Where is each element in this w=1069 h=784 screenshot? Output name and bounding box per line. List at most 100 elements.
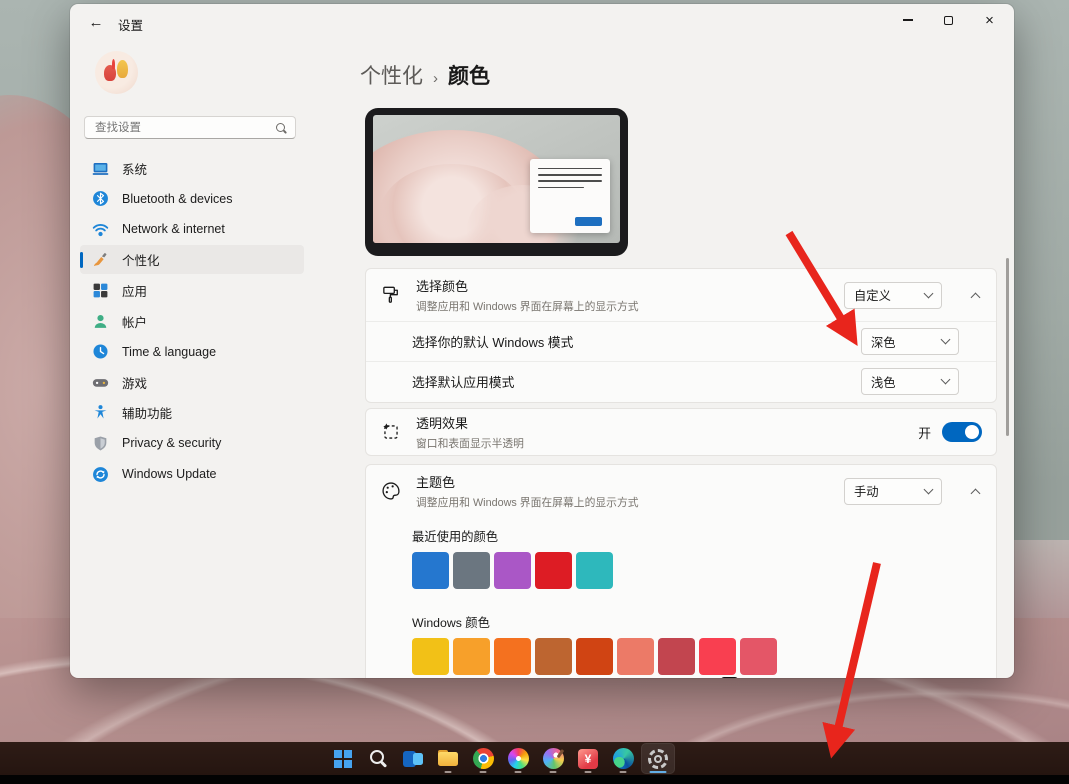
taskbar-file-explorer[interactable] bbox=[431, 743, 465, 774]
color-swatch[interactable] bbox=[699, 638, 736, 675]
windows-update-icon bbox=[92, 466, 109, 483]
dropdown-value: 自定义 bbox=[854, 286, 891, 304]
taskbar-edge[interactable] bbox=[606, 743, 640, 774]
sidebar-item-label: Network & internet bbox=[122, 222, 225, 236]
taskbar-icons: ¥ bbox=[326, 743, 675, 774]
color-swatch[interactable] bbox=[658, 638, 695, 675]
accent-color-icon bbox=[380, 480, 402, 502]
choose-color-card: 选择颜色 调整应用和 Windows 界面在屏幕上的显示方式 自定义 选择你的默… bbox=[365, 268, 997, 403]
chevron-up-icon bbox=[970, 292, 980, 302]
color-swatch[interactable] bbox=[576, 638, 613, 675]
choose-color-icon bbox=[380, 284, 402, 306]
transparency-card: 透明效果 窗口和表面显示半透明 开 bbox=[365, 408, 997, 456]
sidebar-item-time-language[interactable]: Time & language bbox=[80, 337, 304, 366]
sidebar-item-label: 帐户 bbox=[122, 312, 147, 331]
sidebar-item-system[interactable]: 系统 bbox=[80, 154, 304, 183]
sidebar-item-windows-update[interactable]: Windows Update bbox=[80, 460, 304, 489]
color-swatch[interactable] bbox=[453, 552, 490, 589]
maximize-icon bbox=[944, 16, 953, 25]
app-mode-dropdown[interactable]: 浅色 bbox=[861, 368, 959, 395]
sidebar-item-label: Time & language bbox=[122, 345, 216, 359]
taskbar-start[interactable] bbox=[326, 743, 360, 774]
preview-text-line bbox=[538, 168, 602, 170]
choose-color-dropdown[interactable]: 自定义 bbox=[844, 282, 942, 309]
color-swatch[interactable] bbox=[740, 638, 777, 675]
user-avatar[interactable] bbox=[95, 51, 138, 94]
row-subtitle: 调整应用和 Windows 界面在屏幕上的显示方式 bbox=[416, 494, 830, 510]
taskbar-task-view[interactable] bbox=[396, 743, 430, 774]
breadcrumb: 个性化 › 颜色 bbox=[360, 60, 490, 90]
taskbar-search[interactable] bbox=[361, 743, 395, 774]
running-indicator bbox=[550, 771, 557, 774]
windows-colors-grid: ✓ bbox=[412, 638, 982, 678]
settings-icon bbox=[647, 748, 669, 770]
dropdown-value: 深色 bbox=[871, 333, 896, 351]
running-indicator bbox=[585, 771, 592, 774]
accessibility-icon bbox=[92, 404, 109, 421]
taskbar: ¥ bbox=[0, 742, 1069, 775]
desktop: ← 设置 × 系统Bluetooth & devices Network & in… bbox=[0, 0, 1069, 784]
color-swatch[interactable] bbox=[412, 552, 449, 589]
file-explorer-icon bbox=[437, 748, 459, 770]
maximize-button[interactable] bbox=[928, 4, 969, 36]
sidebar-item-accounts[interactable]: 帐户 bbox=[80, 307, 304, 336]
transparency-row: 透明效果 窗口和表面显示半透明 开 bbox=[366, 409, 996, 455]
sidebar-item-accessibility[interactable]: 辅助功能 bbox=[80, 398, 304, 427]
recent-colors-label: 最近使用的颜色 bbox=[412, 527, 982, 545]
sidebar-item-bluetooth[interactable]: Bluetooth & devices bbox=[80, 184, 304, 213]
transparency-toggle[interactable] bbox=[942, 422, 982, 442]
collapse-button[interactable] bbox=[968, 284, 982, 306]
sidebar-item-gaming[interactable]: 游戏 bbox=[80, 368, 304, 397]
edge-icon bbox=[613, 748, 634, 769]
window-title: 设置 bbox=[118, 15, 143, 34]
color-swatch[interactable] bbox=[494, 552, 531, 589]
taskbar-settings[interactable] bbox=[641, 743, 675, 774]
back-button[interactable]: ← bbox=[80, 8, 112, 36]
collapse-button[interactable] bbox=[968, 480, 982, 502]
preview-accent-button bbox=[575, 217, 602, 226]
sidebar-item-personalization[interactable]: 个性化 bbox=[80, 245, 304, 274]
close-icon: × bbox=[985, 13, 994, 28]
color-swatch[interactable] bbox=[453, 638, 490, 675]
sidebar-nav: 系统Bluetooth & devices Network & internet 个… bbox=[76, 152, 308, 490]
color-swatch[interactable] bbox=[535, 638, 572, 675]
taskbar-chrome[interactable] bbox=[466, 743, 500, 774]
dropdown-value: 手动 bbox=[854, 482, 879, 500]
sidebar-item-label: 个性化 bbox=[122, 250, 160, 269]
breadcrumb-parent[interactable]: 个性化 bbox=[360, 60, 423, 90]
color-swatch[interactable] bbox=[412, 638, 449, 675]
selected-check-icon: ✓ bbox=[721, 677, 738, 678]
accounts-icon bbox=[92, 313, 109, 330]
preview-text-line bbox=[538, 187, 584, 189]
sidebar-item-privacy[interactable]: Privacy & security bbox=[80, 429, 304, 458]
color-swatch[interactable] bbox=[576, 552, 613, 589]
running-indicator bbox=[650, 771, 667, 774]
network-icon bbox=[92, 221, 109, 238]
minimize-button[interactable] bbox=[887, 4, 928, 36]
choose-color-row: 选择颜色 调整应用和 Windows 界面在屏幕上的显示方式 自定义 bbox=[366, 269, 996, 321]
yen-icon: ¥ bbox=[578, 749, 598, 769]
accent-mode-dropdown[interactable]: 手动 bbox=[844, 478, 942, 505]
taskbar-color-wheel[interactable] bbox=[501, 743, 535, 774]
sidebar-item-apps[interactable]: 应用 bbox=[80, 276, 304, 305]
search-icon bbox=[275, 122, 287, 134]
windows-mode-dropdown[interactable]: 深色 bbox=[861, 328, 959, 355]
search-box[interactable] bbox=[84, 116, 296, 139]
color-swatch[interactable] bbox=[494, 638, 531, 675]
row-label: 选择默认应用模式 bbox=[412, 372, 861, 391]
scrollbar[interactable] bbox=[1006, 258, 1009, 436]
settings-window: ← 设置 × 系统Bluetooth & devices Network & in… bbox=[70, 4, 1014, 678]
theme-preview-device bbox=[365, 108, 628, 256]
sidebar-item-network[interactable]: Network & internet bbox=[80, 215, 304, 244]
apps-icon bbox=[92, 282, 109, 299]
color-swatch[interactable] bbox=[535, 552, 572, 589]
close-button[interactable]: × bbox=[969, 4, 1010, 36]
taskbar-paint[interactable] bbox=[536, 743, 570, 774]
taskbar-yen[interactable]: ¥ bbox=[571, 743, 605, 774]
row-title: 选择颜色 bbox=[416, 276, 830, 295]
search-input[interactable] bbox=[93, 121, 275, 135]
bluetooth-icon bbox=[92, 190, 109, 207]
accent-color-row: 主题色 调整应用和 Windows 界面在屏幕上的显示方式 手动 bbox=[366, 465, 996, 517]
color-swatch[interactable] bbox=[617, 638, 654, 675]
minimize-icon bbox=[903, 19, 913, 20]
